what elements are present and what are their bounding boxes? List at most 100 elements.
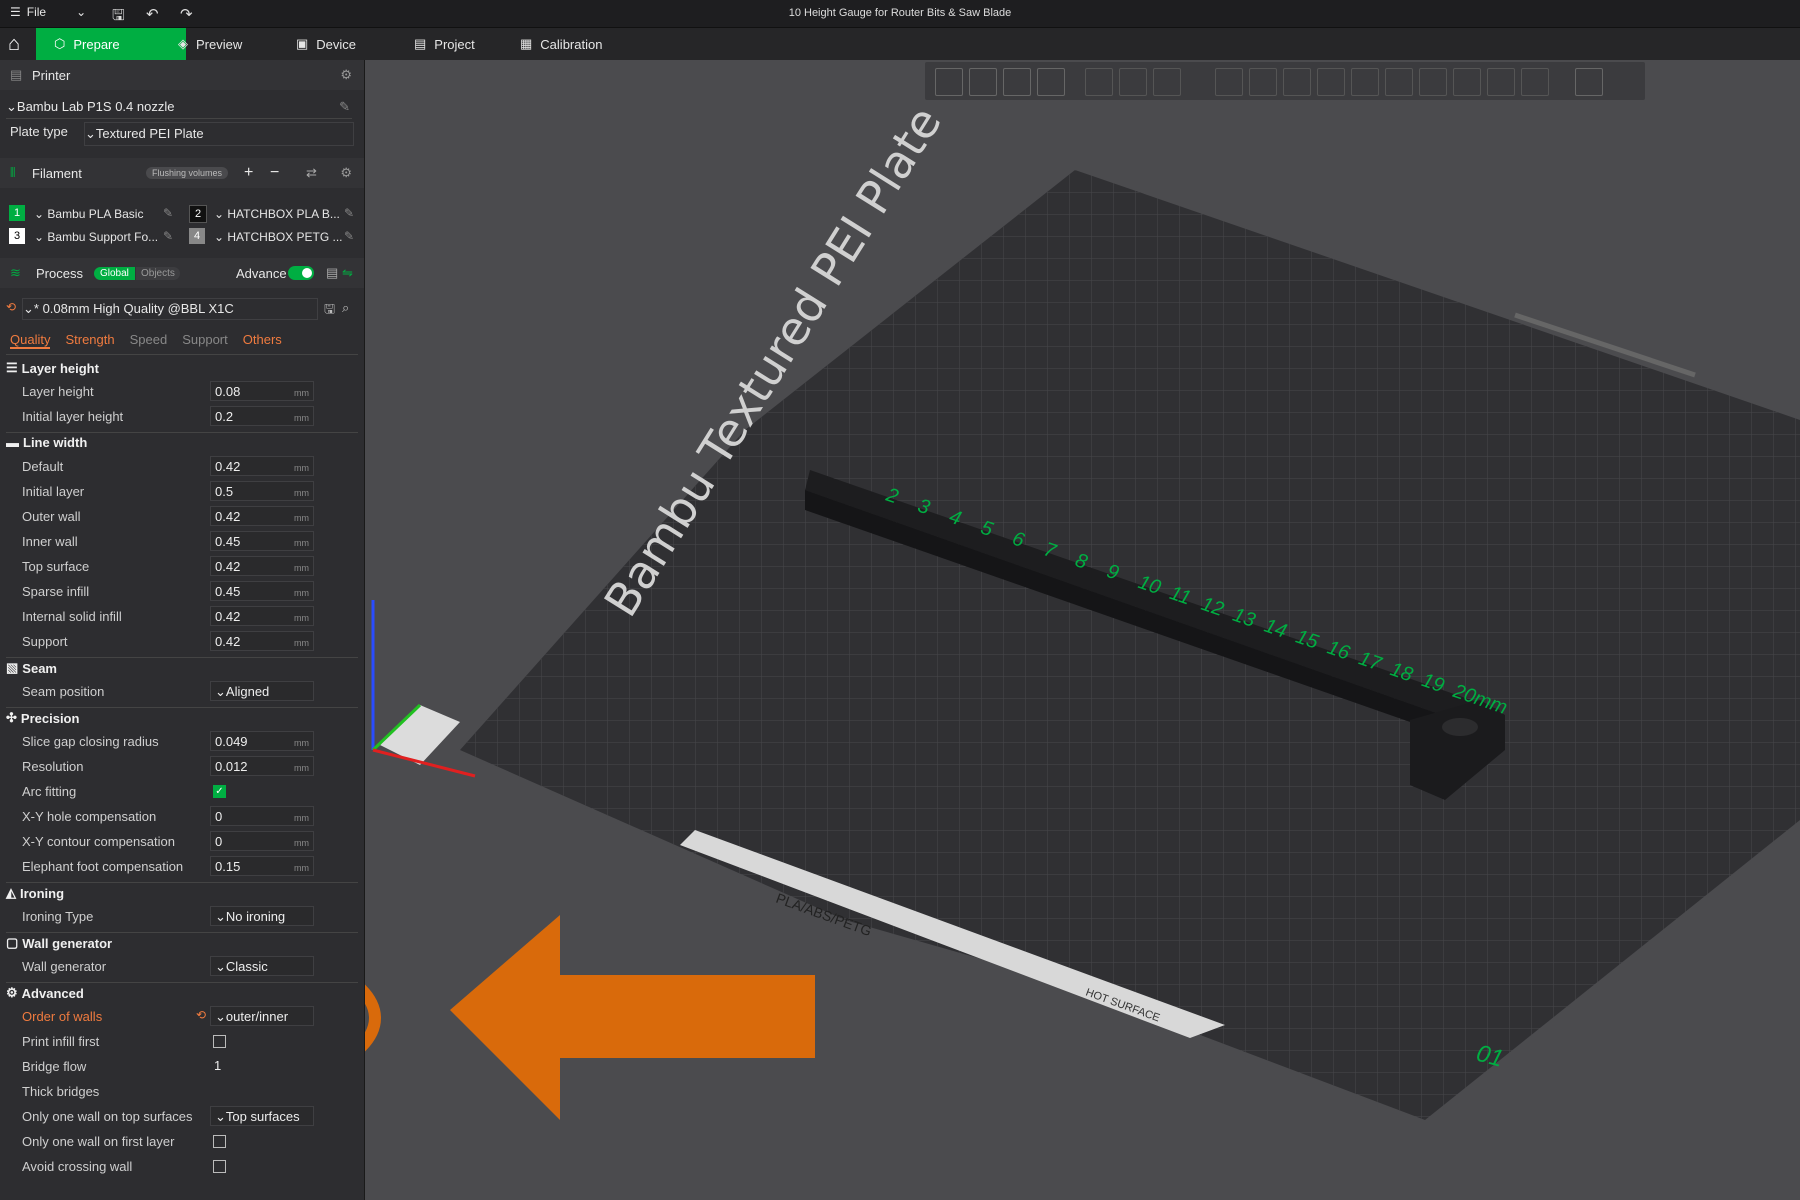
- tab-preview[interactable]: ◈ Preview: [160, 28, 260, 60]
- avoid-crossing-checkbox[interactable]: [213, 1160, 226, 1173]
- support-width-input[interactable]: 0.42 mm: [210, 631, 314, 651]
- elephant-foot-input[interactable]: 0.15 mm: [210, 856, 314, 876]
- order-of-walls-select[interactable]: ⌄outer/inner: [210, 1006, 314, 1026]
- setting-thick-bridges: Thick bridges: [0, 1080, 364, 1104]
- 3d-viewport[interactable]: PLA/ABS/PETG HOT SURFACE 01 Bambu Textur…: [365, 60, 1800, 1200]
- printer-name: Bambu Lab P1S 0.4 nozzle: [16, 99, 175, 114]
- filament-color-swatch[interactable]: 4: [189, 228, 205, 244]
- unit-label: mm: [294, 463, 309, 473]
- edit-icon[interactable]: ✎: [344, 206, 354, 220]
- group-title: Precision: [20, 710, 80, 726]
- filament-color-swatch[interactable]: 2: [189, 205, 207, 223]
- printer-select[interactable]: ⌄Bambu Lab P1S 0.4 nozzle ✎: [6, 96, 352, 119]
- initial-layer-width-input[interactable]: 0.5 mm: [210, 481, 314, 501]
- edit-icon[interactable]: ✎: [163, 206, 173, 220]
- setting-label: Sparse infill: [22, 584, 90, 599]
- filament-select-4[interactable]: ⌄ HATCHBOX PETG ...: [214, 230, 343, 244]
- line-width-icon: ▬: [6, 435, 19, 450]
- subtab-strength[interactable]: Strength: [65, 332, 114, 349]
- setting-xy-hole: X-Y hole compensation 0 mm: [0, 805, 364, 829]
- filament-color-swatch[interactable]: 1: [9, 205, 25, 221]
- device-icon: ▣: [296, 36, 309, 51]
- ironing-type-select[interactable]: ⌄No ironing: [210, 906, 314, 926]
- unit-label: mm: [294, 513, 309, 523]
- subtab-speed[interactable]: Speed: [130, 332, 168, 349]
- minus-icon[interactable]: −: [270, 164, 279, 182]
- setting-label: Thick bridges: [22, 1084, 100, 1099]
- setting-label: Initial layer height: [22, 409, 124, 424]
- edit-icon[interactable]: ✎: [163, 229, 173, 243]
- gear-icon[interactable]: ⚙: [340, 165, 352, 181]
- group-title: Layer height: [21, 360, 99, 376]
- objects-toggle[interactable]: Objects: [136, 266, 180, 280]
- setting-inner-wall: Inner wall 0.45 mm: [0, 530, 364, 554]
- gear-icon[interactable]: ⚙: [340, 67, 352, 83]
- print-infill-first-checkbox[interactable]: [213, 1035, 226, 1048]
- tab-calibration[interactable]: ▦ Calibration: [502, 28, 620, 60]
- setting-internal-solid-infill: Internal solid infill 0.42 mm: [0, 605, 364, 629]
- setting-label: Slice gap closing radius: [22, 734, 159, 749]
- xy-contour-input[interactable]: 0 mm: [210, 831, 314, 851]
- group-title: Wall generator: [22, 935, 113, 951]
- search-icon[interactable]: ⌕: [342, 300, 349, 316]
- plus-icon[interactable]: +: [244, 164, 253, 182]
- reset-icon[interactable]: ⟲: [196, 1008, 206, 1022]
- divider: [6, 932, 358, 933]
- input-value: 0.15: [215, 859, 241, 874]
- tab-device[interactable]: ▣ Device: [278, 28, 374, 60]
- edit-icon[interactable]: ✎: [339, 96, 350, 118]
- select-value: Aligned: [225, 684, 270, 699]
- setting-ironing-type: Ironing Type ⌄No ironing: [0, 905, 364, 929]
- global-toggle[interactable]: Global: [94, 266, 135, 280]
- one-wall-first-checkbox[interactable]: [213, 1135, 226, 1148]
- precision-icon: ✣: [6, 710, 17, 725]
- default-width-input[interactable]: 0.42 mm: [210, 456, 314, 476]
- one-wall-top-select[interactable]: ⌄Top surfaces: [210, 1106, 314, 1126]
- seam-position-select[interactable]: ⌄Aligned: [210, 681, 314, 701]
- input-value: 0: [215, 809, 223, 824]
- top-surface-width-input[interactable]: 0.42 mm: [210, 556, 314, 576]
- setting-wall-generator: Wall generator ⌄Classic: [0, 955, 364, 979]
- cube-icon: ⬡: [54, 36, 66, 51]
- group-title: Seam: [22, 660, 57, 676]
- subtab-others[interactable]: Others: [243, 332, 282, 349]
- resolution-input[interactable]: 0.012 mm: [210, 756, 314, 776]
- setting-arc-fitting: Arc fitting ✓: [0, 780, 364, 804]
- compare-icon[interactable]: ⇋: [342, 265, 353, 281]
- setting-label: Initial layer: [22, 484, 85, 499]
- xy-hole-input[interactable]: 0 mm: [210, 806, 314, 826]
- unit-label: mm: [294, 613, 309, 623]
- process-preset-select[interactable]: ⌄* 0.08mm High Quality @BBL X1C: [22, 298, 318, 320]
- unit-label: mm: [294, 638, 309, 648]
- filament-select-2[interactable]: ⌄ HATCHBOX PLA B...: [214, 207, 340, 221]
- flushing-volumes-button[interactable]: Flushing volumes: [146, 167, 229, 179]
- initial-layer-height-input[interactable]: 0.2 mm: [210, 406, 314, 426]
- sparse-infill-width-input[interactable]: 0.45 mm: [210, 581, 314, 601]
- setting-label: Outer wall: [22, 509, 81, 524]
- group-ironing: ◭ Ironing: [6, 885, 64, 901]
- layer-height-input[interactable]: 0.08 mm: [210, 381, 314, 401]
- chevron-down-icon: ⌄: [85, 126, 96, 141]
- reset-icon[interactable]: ⟲: [6, 300, 16, 314]
- sync-icon[interactable]: ⇄: [306, 165, 317, 181]
- inner-wall-width-input[interactable]: 0.45 mm: [210, 531, 314, 551]
- filament-select-3[interactable]: ⌄ Bambu Support Fo...: [34, 230, 158, 244]
- subtab-support[interactable]: Support: [182, 332, 228, 349]
- plate-type-select[interactable]: ⌄Textured PEI Plate: [84, 122, 354, 146]
- filament-color-swatch[interactable]: 3: [9, 228, 25, 244]
- advance-switch[interactable]: [288, 266, 314, 280]
- arc-fitting-checkbox[interactable]: ✓: [213, 785, 226, 798]
- group-seam: ▧ Seam: [6, 660, 57, 676]
- tab-project[interactable]: ▤ Project: [396, 28, 493, 60]
- internal-solid-infill-width-input[interactable]: 0.42 mm: [210, 606, 314, 626]
- wall-generator-select[interactable]: ⌄Classic: [210, 956, 314, 976]
- slice-gap-input[interactable]: 0.049 mm: [210, 731, 314, 751]
- home-icon[interactable]: ⌂: [8, 33, 20, 56]
- bridge-flow-input[interactable]: 1: [210, 1056, 314, 1076]
- save-preset-icon[interactable]: 🖫: [324, 300, 335, 322]
- subtab-quality[interactable]: Quality: [10, 332, 51, 349]
- list-icon[interactable]: ▤: [326, 265, 338, 281]
- edit-icon[interactable]: ✎: [344, 229, 354, 243]
- outer-wall-width-input[interactable]: 0.42 mm: [210, 506, 314, 526]
- filament-select-1[interactable]: ⌄ Bambu PLA Basic: [34, 207, 143, 221]
